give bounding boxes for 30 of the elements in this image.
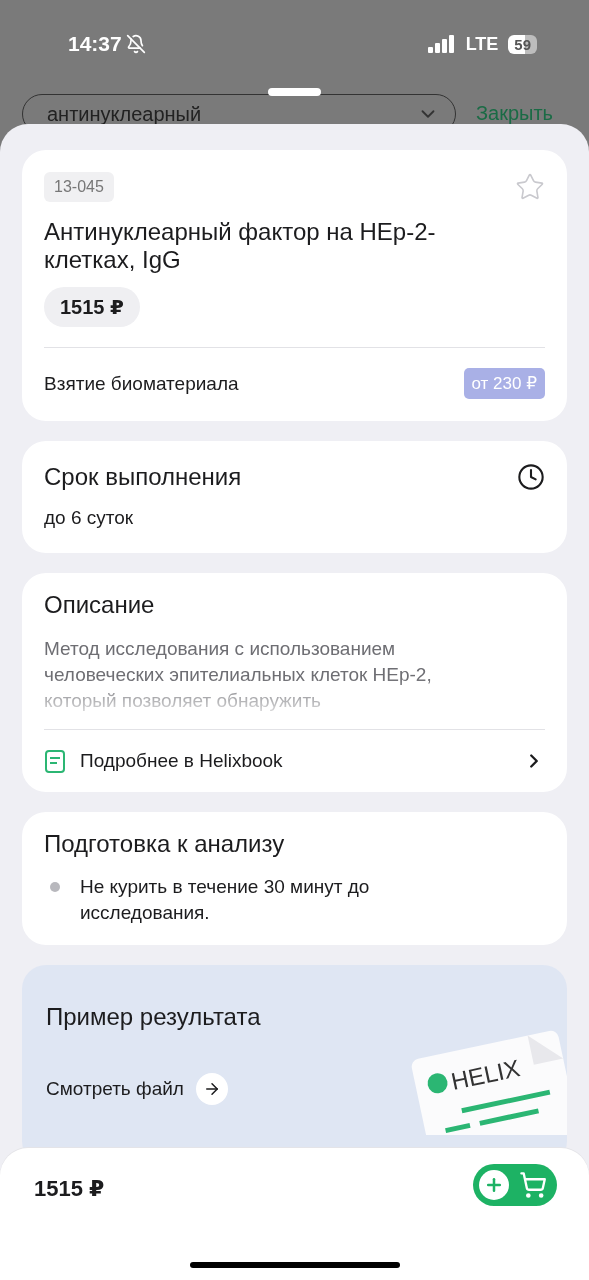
description-text: который позволяет обнаружить [44, 688, 323, 713]
clock-icon [517, 463, 545, 492]
plus-icon [479, 1170, 509, 1200]
network-label: LTE [465, 33, 499, 55]
section-title: Пример результата [46, 1003, 262, 1031]
add-to-cart-button[interactable] [473, 1164, 557, 1206]
helixbook-link[interactable]: Подробнее в Helixbook [80, 750, 283, 773]
test-code: 13-045 [44, 172, 114, 202]
sheet-handle[interactable] [268, 88, 321, 96]
description-text: человеческих эпителиальных клеток HEp-2, [44, 663, 433, 688]
section-title: Срок выполнения [44, 463, 242, 491]
bullet-dot [50, 881, 60, 892]
battery-icon: 59 [508, 34, 537, 54]
description-text: Метод исследования с использованием [44, 637, 397, 662]
test-title: Антинуклеарный фактор на HEp-2-клетках, IgG [44, 218, 437, 274]
price-tag: 1515 ₽ [44, 287, 140, 328]
total-price: 1515 ₽ [34, 1176, 105, 1202]
book-icon [44, 748, 66, 775]
preparation-item: Не курить в течение 30 минут до исследования. [80, 874, 371, 925]
section-title: Подготовка к анализу [44, 830, 286, 858]
sampling-price: от 230 ₽ [463, 368, 545, 400]
cart-icon [519, 1171, 547, 1199]
sampling-label: Взятие биоматериала [44, 371, 239, 396]
favorite-icon[interactable] [515, 172, 545, 202]
clock-time: 14:37 [68, 32, 122, 56]
duration-value: до 6 суток [44, 506, 135, 531]
signal-icon [427, 35, 456, 53]
view-file-link[interactable]: Смотреть файл [46, 1077, 184, 1100]
section-title: Описание [44, 590, 156, 619]
silent-icon [125, 34, 146, 54]
